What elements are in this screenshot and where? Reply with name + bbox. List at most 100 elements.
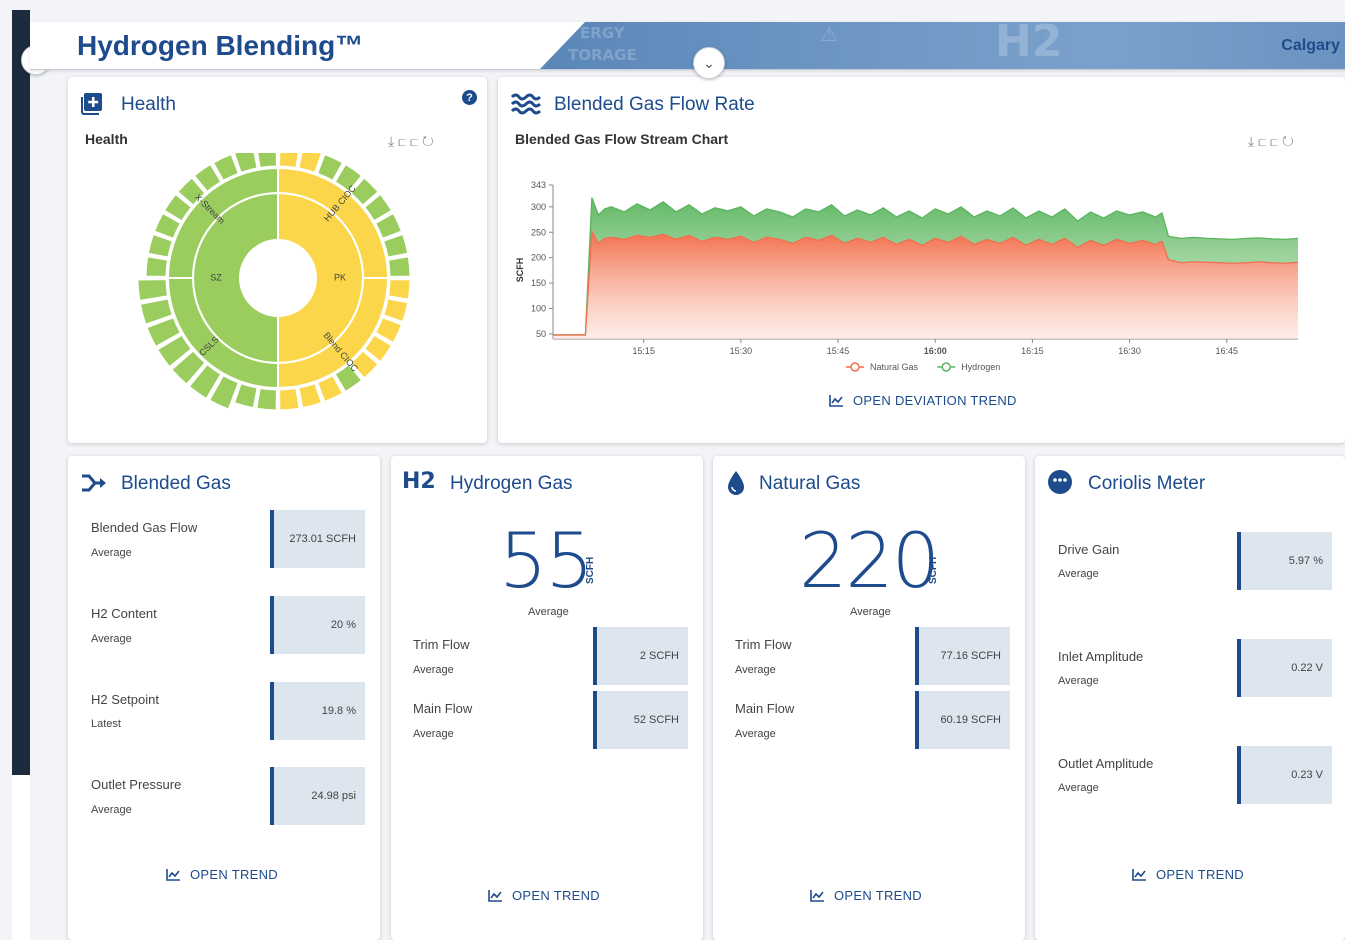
- health-sunburst-chart[interactable]: HUB CIOCBlend CIOCCSLSX-StreamPKSZ: [68, 153, 487, 443]
- h2-content-label: H2 Content: [91, 606, 157, 621]
- h2-setpoint-value: 19.8 %: [270, 682, 365, 740]
- natural-card-title: Natural Gas: [759, 473, 861, 494]
- h2-main-flow-label: Main Flow: [413, 701, 473, 716]
- h2-icon: H2: [402, 469, 436, 494]
- sunburst-leaf-segment[interactable]: [147, 233, 173, 258]
- h2-trim-flow-value: 2 SCFH: [593, 627, 688, 685]
- health-plus-icon: [80, 92, 104, 121]
- app-title: Hydrogen Blending™: [77, 30, 364, 61]
- y-tick-label: 300: [531, 202, 546, 212]
- h2-content-sub: Average: [91, 633, 132, 645]
- refresh-icon[interactable]: ↻: [422, 133, 438, 149]
- x-tick-label: 16:00: [924, 346, 947, 356]
- x-tick-label: 16:30: [1118, 346, 1141, 356]
- open-trend-label: OPEN TREND: [834, 888, 922, 903]
- zoom-icon[interactable]: ⊏: [1258, 133, 1270, 149]
- natural-gas-card: Natural Gas 220 SCFH Average Trim Flow A…: [713, 456, 1025, 940]
- download-icon[interactable]: ⤓: [388, 133, 398, 149]
- zoom-reset-icon[interactable]: ⊏: [1270, 133, 1282, 149]
- help-icon[interactable]: ?: [462, 90, 477, 105]
- outlet-amplitude-label: Outlet Amplitude: [1058, 756, 1154, 771]
- h2-trim-flow-label: Trim Flow: [413, 637, 470, 652]
- chevron-down-icon: ⌄: [703, 54, 715, 71]
- hydrogen-gas-card: H2 Hydrogen Gas 55 SCFH Average Trim Flo…: [391, 456, 703, 940]
- y-tick-label: 343: [531, 180, 546, 190]
- ng-main-flow-sub: Average: [735, 728, 776, 740]
- refresh-icon[interactable]: ↻: [1282, 133, 1298, 149]
- inlet-amplitude-sub: Average: [1058, 675, 1099, 687]
- h2-setpoint-label: H2 Setpoint: [91, 692, 159, 707]
- blended-card-title: Blended Gas: [121, 473, 231, 494]
- open-deviation-trend-button[interactable]: OPEN DEVIATION TREND: [829, 393, 1017, 408]
- open-deviation-trend-label: OPEN DEVIATION TREND: [853, 393, 1017, 408]
- hydrogen-big-unit: SCFH: [585, 556, 596, 584]
- x-tick-label: 16:45: [1215, 346, 1238, 356]
- sunburst-leaf-segment[interactable]: [383, 233, 409, 258]
- flow-chart-toolbox[interactable]: ⤓⊏⊏↻: [1248, 133, 1298, 150]
- outlet-pressure-sub: Average: [91, 804, 132, 816]
- legend-label: Hydrogen: [961, 362, 1000, 372]
- y-tick-label: 50: [536, 329, 546, 339]
- inlet-amplitude-value: 0.22 V: [1237, 639, 1332, 697]
- sunburst-leaf-segment[interactable]: [298, 383, 323, 409]
- collapse-header-button[interactable]: ⌄: [693, 47, 725, 79]
- sunburst-leaf-segment[interactable]: [145, 256, 169, 277]
- sunburst-leaf-segment[interactable]: [298, 153, 323, 173]
- health-card-title: Health: [121, 94, 176, 115]
- outlet-pressure-value: 24.98 psi: [270, 767, 365, 825]
- download-icon[interactable]: ⤓: [1248, 133, 1258, 149]
- location-label[interactable]: Calgary: [1281, 37, 1340, 55]
- hydrogen-card-title: Hydrogen Gas: [450, 473, 573, 494]
- sunburst-leaf-segment[interactable]: [256, 387, 277, 411]
- x-tick-label: 15:15: [632, 346, 655, 356]
- coriolis-card-title: Coriolis Meter: [1088, 473, 1206, 494]
- hydrogen-open-trend-button[interactable]: OPEN TREND: [488, 888, 600, 903]
- app-header: ERGY TORAGE ⚠ H2 Hydrogen Blending™ Calg…: [30, 22, 1345, 70]
- y-tick-label: 250: [531, 227, 546, 237]
- health-chart-toolbox[interactable]: ⤓⊏⊏↻: [388, 133, 438, 150]
- open-trend-label: OPEN TREND: [512, 888, 600, 903]
- trend-chart-icon: [810, 889, 824, 902]
- blended-open-trend-button[interactable]: OPEN TREND: [166, 867, 278, 882]
- sunburst-label-pk: PK: [334, 272, 346, 282]
- h2-setpoint-sub: Latest: [91, 718, 121, 730]
- ng-trim-flow-value: 77.16 SCFH: [915, 627, 1010, 685]
- drive-gain-value: 5.97 %: [1237, 532, 1332, 590]
- open-trend-label: OPEN TREND: [190, 867, 278, 882]
- outlet-amplitude-value: 0.23 V: [1237, 746, 1332, 804]
- ng-trim-flow-label: Trim Flow: [735, 637, 792, 652]
- sunburst-leaf-segment[interactable]: [233, 383, 258, 409]
- natural-big-sub: Average: [850, 606, 891, 618]
- natural-big-value: 220: [799, 516, 940, 605]
- h2-trim-flow-sub: Average: [413, 664, 454, 676]
- sunburst-leaf-segment[interactable]: [257, 153, 277, 169]
- coriolis-open-trend-button[interactable]: OPEN TREND: [1132, 867, 1244, 882]
- sunburst-leaf-segment[interactable]: [383, 298, 409, 323]
- natural-open-trend-button[interactable]: OPEN TREND: [810, 888, 922, 903]
- x-tick-label: 15:45: [827, 346, 850, 356]
- y-tick-label: 200: [531, 253, 546, 263]
- chart-legend[interactable]: Natural Gas Hydrogen: [846, 362, 1000, 372]
- sunburst-leaf-segment[interactable]: [137, 279, 169, 301]
- sunburst-leaf-segment[interactable]: [387, 279, 411, 300]
- trend-chart-icon: [1132, 868, 1146, 881]
- sunburst-leaf-segment[interactable]: [279, 387, 300, 411]
- zoom-icon[interactable]: ⊏: [398, 133, 410, 149]
- trend-chart-icon: [829, 394, 843, 407]
- y-tick-label: 100: [531, 304, 546, 314]
- trend-chart-icon: [488, 889, 502, 902]
- hydrogen-big-sub: Average: [528, 606, 569, 618]
- legend-marker: [941, 362, 951, 372]
- legend-marker: [850, 362, 860, 372]
- flow-chart-subtitle: Blended Gas Flow Stream Chart: [515, 131, 729, 147]
- flow-card-title: Blended Gas Flow Rate: [554, 94, 755, 115]
- h2-main-flow-sub: Average: [413, 728, 454, 740]
- sunburst-leaf-segment[interactable]: [279, 153, 300, 169]
- sunburst-leaf-segment[interactable]: [233, 153, 258, 173]
- trend-chart-icon: [166, 868, 180, 881]
- sunburst-leaf-segment[interactable]: [387, 256, 411, 277]
- drive-gain-label: Drive Gain: [1058, 542, 1120, 557]
- legend-label: Natural Gas: [870, 362, 919, 372]
- zoom-reset-icon[interactable]: ⊏: [410, 133, 422, 149]
- flow-stream-chart[interactable]: 50 100 150 200 250 300 343 SCFH 15:15 15:30 15:45 1…: [498, 175, 1345, 395]
